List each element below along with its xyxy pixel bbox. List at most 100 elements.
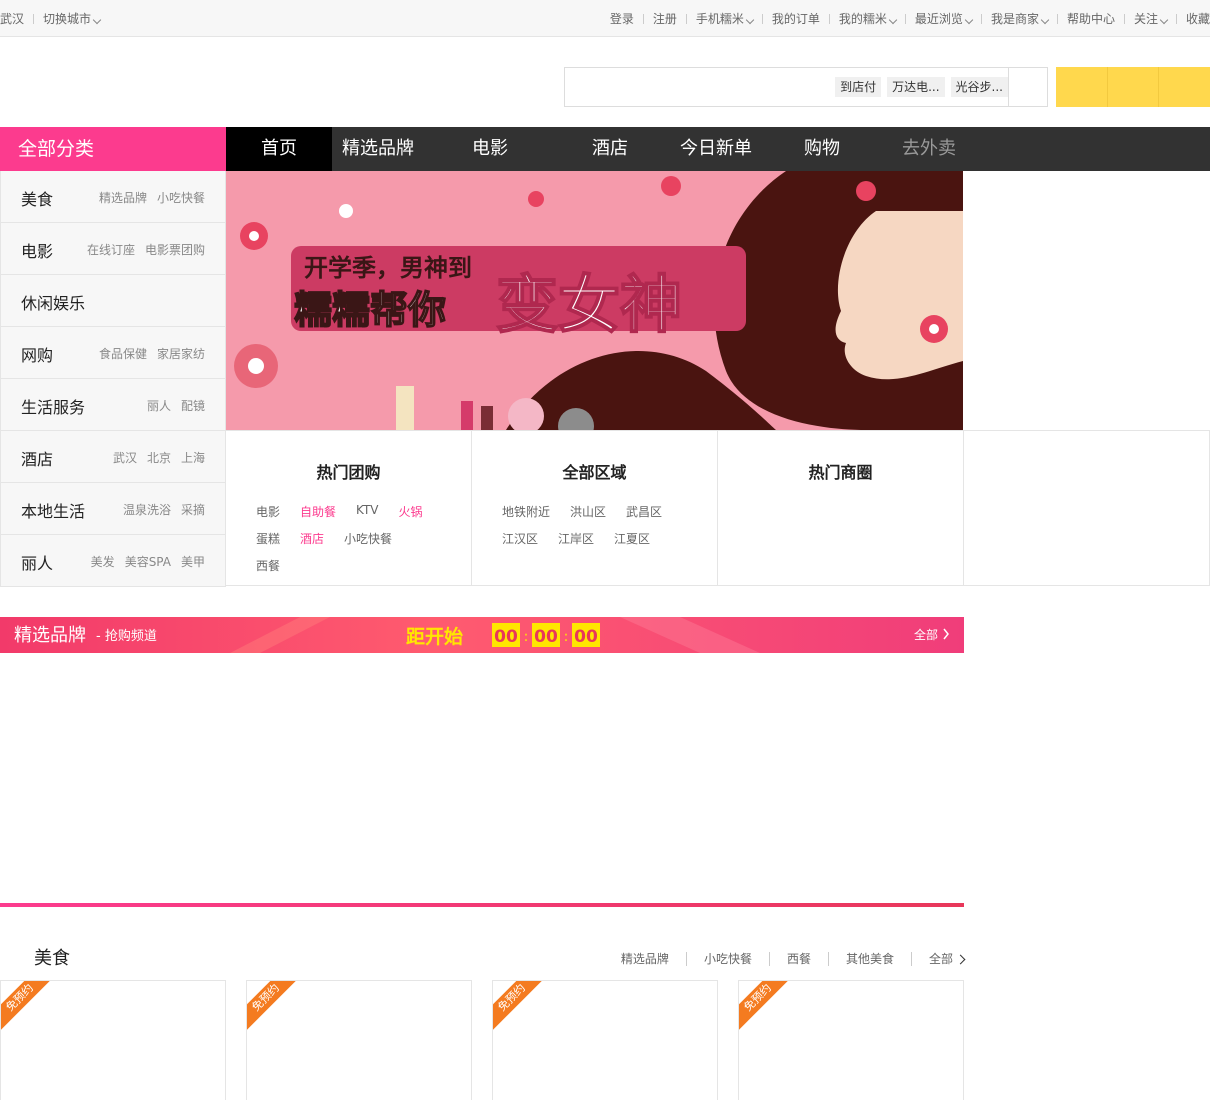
panel-link[interactable]: 洪山区 [570, 503, 606, 520]
category-sub-link[interactable]: 温泉洗浴 [123, 501, 171, 518]
promo-button[interactable] [1056, 67, 1108, 107]
category-subs: 美发 美容SPA 美甲 [91, 553, 205, 570]
food-nav-all-link[interactable]: 全部 [929, 950, 966, 967]
category-sub-link[interactable]: 美发 [91, 553, 115, 570]
category-sub-link[interactable]: 家居家纺 [157, 345, 205, 362]
panel-link[interactable]: 江岸区 [558, 530, 594, 547]
switch-city-link[interactable]: 切换城市 [43, 10, 102, 27]
category-beauty[interactable]: 丽人 美发 美容SPA 美甲 [1, 535, 225, 587]
category-online-shopping[interactable]: 网购 食品保健 家居家纺 [1, 327, 225, 379]
flower-icon [339, 204, 353, 218]
search-tag[interactable]: 到店付 [835, 77, 882, 97]
product-card[interactable]: 免预约 [738, 980, 964, 1100]
panel-link[interactable]: 自助餐 [300, 503, 336, 520]
panel-link[interactable]: 地铁附近 [502, 503, 550, 520]
search-button[interactable] [1008, 67, 1048, 107]
panel-link[interactable]: 小吃快餐 [344, 530, 392, 547]
category-sub-link[interactable]: 美甲 [181, 553, 205, 570]
divider [828, 13, 830, 24]
merchant-link[interactable]: 我是商家 [991, 10, 1050, 27]
nav-item-new-today[interactable]: 今日新单 [664, 127, 768, 171]
my-orders-link[interactable]: 我的订单 [772, 10, 820, 27]
panel-title: 全部区域 [562, 463, 627, 482]
favorites-link[interactable]: 收藏 [1186, 10, 1210, 27]
countdown-colon: : [564, 629, 569, 645]
category-subs: 温泉洗浴 采摘 [123, 501, 205, 518]
category-sub-link[interactable]: 精选品牌 [99, 189, 147, 206]
nav-item-takeout[interactable]: 去外卖 [876, 127, 982, 171]
category-food[interactable]: 美食 精选品牌 小吃快餐 [1, 171, 225, 223]
divider [768, 951, 770, 966]
product-card[interactable]: 免预约 [246, 980, 472, 1100]
category-leisure[interactable]: 休闲娱乐 [1, 275, 225, 327]
category-local-life[interactable]: 本地生活 温泉洗浴 采摘 [1, 483, 225, 535]
category-name: 网购 [21, 346, 54, 365]
panel-title: 热门商圈 [808, 463, 873, 482]
divider [761, 13, 763, 24]
promo-button[interactable] [1108, 67, 1160, 107]
brand-bar-all-link[interactable]: 全部 [914, 627, 938, 642]
category-sub-link[interactable]: 配镜 [181, 397, 205, 414]
panel-link[interactable]: KTV [356, 503, 378, 520]
panel-link[interactable]: 江夏区 [614, 530, 650, 547]
category-life-services[interactable]: 生活服务 丽人 配镜 [1, 379, 225, 431]
category-sub-link[interactable]: 食品保健 [99, 345, 147, 362]
panel-link[interactable]: 西餐 [256, 557, 280, 574]
divider [1123, 13, 1125, 24]
product-card[interactable]: 免预约 [492, 980, 718, 1100]
category-sub-link[interactable]: 北京 [147, 449, 171, 466]
top-bar: 武汉 切换城市 登录 注册 手机糯米 我的订单 我的糯米 最近浏览 我是商家 帮… [0, 0, 1210, 37]
category-name: 电影 [21, 242, 54, 261]
category-sub-link[interactable]: 采摘 [181, 501, 205, 518]
promo-banner[interactable]: 开学季，男神到 糯糯帮你 变女神 [226, 171, 963, 430]
food-nav-link[interactable]: 小吃快餐 [704, 950, 752, 967]
recent-views-link[interactable]: 最近浏览 [915, 10, 974, 27]
food-nav-link[interactable]: 其他美食 [846, 950, 894, 967]
panel-link[interactable]: 江汉区 [502, 530, 538, 547]
category-sub-link[interactable]: 上海 [181, 449, 205, 466]
category-movies[interactable]: 电影 在线订座 电影票团购 [1, 223, 225, 275]
food-section-nav: 精选品牌 小吃快餐 西餐 其他美食 全部 [621, 950, 966, 967]
product-card[interactable]: 免预约 [0, 980, 226, 1100]
category-sub-link[interactable]: 电影票团购 [145, 241, 205, 258]
follow-link[interactable]: 关注 [1133, 10, 1169, 27]
nav-item-hotels[interactable]: 酒店 [556, 127, 664, 171]
current-city[interactable]: 武汉 [0, 10, 24, 27]
register-link[interactable]: 注册 [653, 10, 677, 27]
category-hotels[interactable]: 酒店 武汉 北京 上海 [1, 431, 225, 483]
switch-city-label: 切换城市 [43, 12, 92, 26]
nav-item-home[interactable]: 首页 [226, 127, 332, 171]
food-nav-link[interactable]: 精选品牌 [621, 950, 669, 967]
category-name: 美食 [21, 190, 54, 209]
panel-link[interactable]: 酒店 [300, 530, 324, 547]
panel-link[interactable]: 蛋糕 [256, 530, 280, 547]
search-input[interactable] [565, 68, 815, 106]
mobile-nuomi-link[interactable]: 手机糯米 [696, 10, 755, 27]
search-tag[interactable]: 光谷步... [950, 77, 1008, 97]
login-link[interactable]: 登录 [610, 10, 634, 27]
nav-item-brands[interactable]: 精选品牌 [332, 127, 424, 171]
chevron-down-icon [1159, 15, 1169, 25]
promo-button[interactable] [1159, 67, 1210, 107]
category-subs: 丽人 配镜 [147, 397, 205, 414]
food-nav-link[interactable]: 西餐 [787, 950, 811, 967]
category-sub-link[interactable]: 在线订座 [87, 241, 135, 258]
nav-item-movies[interactable]: 电影 [424, 127, 556, 171]
category-sub-link[interactable]: 武汉 [113, 449, 137, 466]
banner-line-2: 糯糯帮你 [294, 288, 446, 332]
all-areas-panel: 全部区域 地铁附近 洪山区 武昌区 江汉区 江岸区 江夏区 [472, 431, 718, 586]
category-sub-link[interactable]: 小吃快餐 [157, 189, 205, 206]
top-bar-right: 登录 注册 手机糯米 我的订单 我的糯米 最近浏览 我是商家 帮助中心 关注 收… [610, 10, 1210, 27]
panel-link[interactable]: 电影 [256, 503, 280, 520]
help-center-link[interactable]: 帮助中心 [1067, 10, 1115, 27]
search-tag[interactable]: 万达电... [887, 77, 945, 97]
all-categories-header[interactable]: 全部分类 [0, 127, 226, 171]
my-nuomi-link[interactable]: 我的糯米 [839, 10, 898, 27]
category-sub-link[interactable]: 丽人 [147, 397, 171, 414]
panel-link[interactable]: 武昌区 [626, 503, 662, 520]
panel-link[interactable]: 火锅 [399, 503, 423, 520]
nav-item-shopping[interactable]: 购物 [768, 127, 876, 171]
category-sub-link[interactable]: 美容SPA [125, 553, 171, 570]
follow-label: 关注 [1133, 12, 1158, 26]
countdown-hours: 00 [494, 627, 518, 647]
